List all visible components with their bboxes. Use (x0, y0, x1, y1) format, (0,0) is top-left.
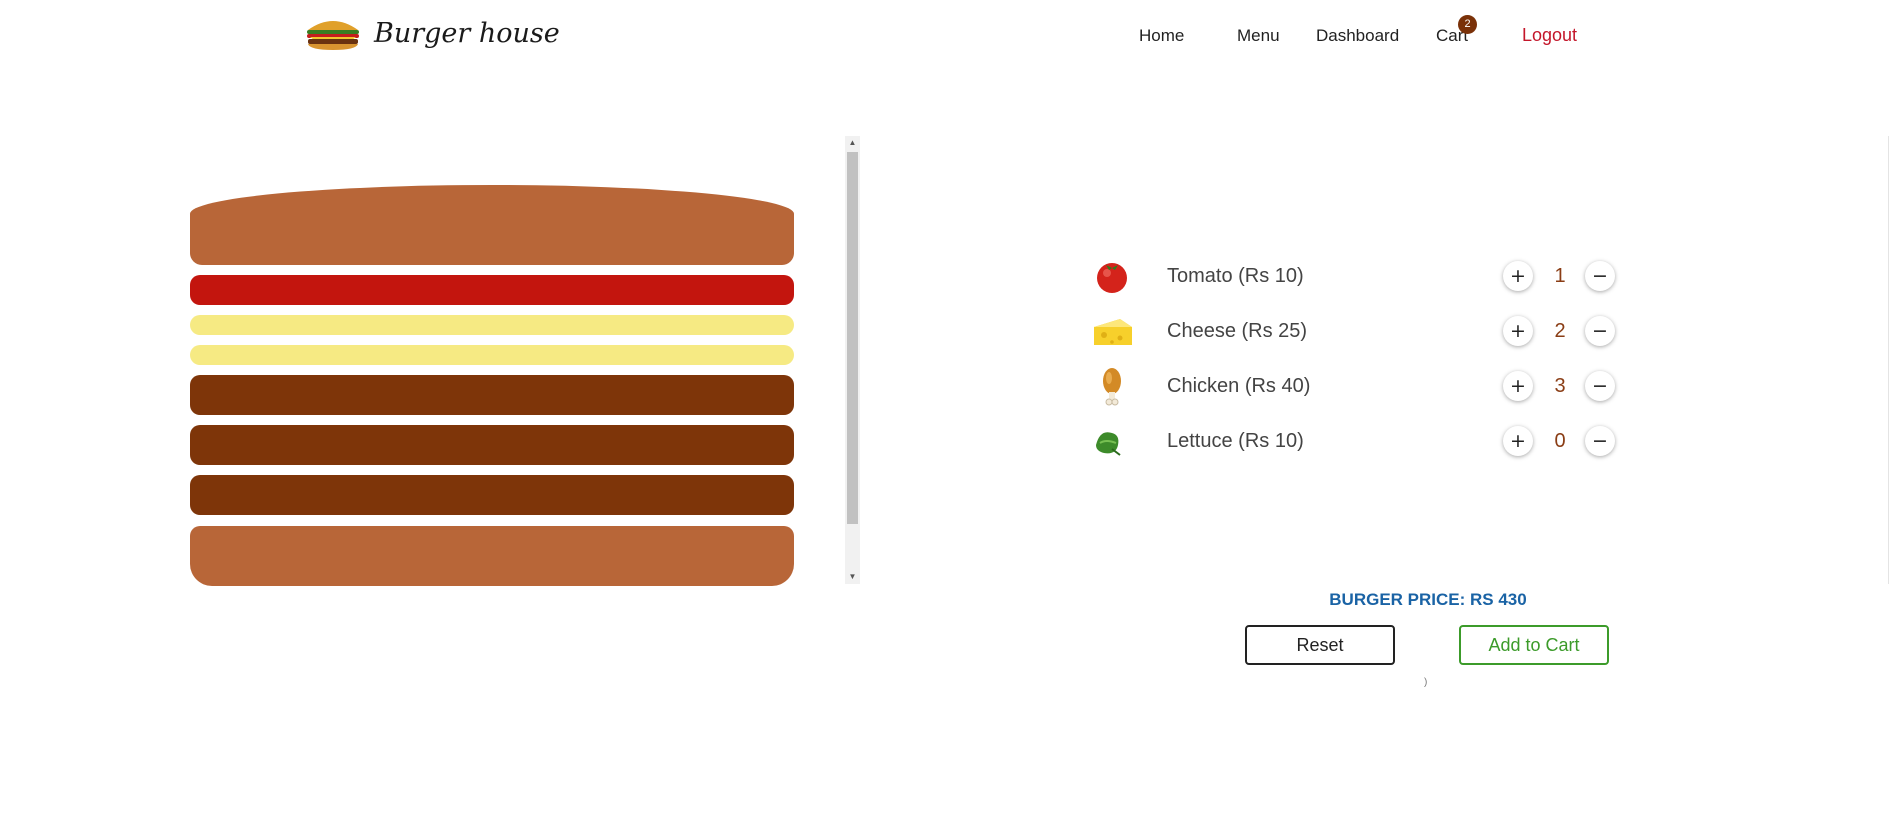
chicken-layer (190, 375, 794, 415)
tomato-icon (1097, 263, 1127, 293)
tomato-layer (190, 275, 794, 305)
lettuce-icon (1096, 432, 1121, 456)
burger-preview-scrollbar[interactable]: ▲ ▼ (845, 136, 860, 584)
ingredient-row-chicken: Chicken (Rs 40) + 3 − (1090, 366, 1620, 406)
scroll-down-arrow-icon[interactable]: ▼ (845, 570, 860, 584)
burger-price: BURGER PRICE: RS 430 (1329, 590, 1527, 609)
cheese-layer (190, 315, 794, 335)
ingredient-name: Lettuce (Rs 10) (1167, 430, 1304, 452)
reset-button[interactable]: Reset (1245, 625, 1395, 665)
nav-dashboard[interactable]: Dashboard (1316, 26, 1399, 46)
burger-logo-icon (307, 21, 359, 50)
ingredient-name: Tomato (Rs 10) (1167, 265, 1304, 287)
ingredient-name: Cheese (Rs 25) (1167, 320, 1308, 342)
brand[interactable]: Burger house (304, 16, 560, 50)
brand-name: Burger house (374, 17, 560, 49)
bread-bottom (190, 526, 794, 586)
cheese-icon (1094, 319, 1132, 345)
chicken-layer (190, 475, 794, 515)
ingredient-quantity: 2 (1554, 320, 1566, 342)
ingredient-row-cheese: Cheese (Rs 25) + 2 − (1090, 311, 1620, 351)
burger-builder-page: Burger house Home Menu Dashboard Cart 2 … (0, 0, 1892, 825)
increase-button[interactable]: + (1503, 371, 1533, 401)
scroll-up-arrow-icon[interactable]: ▲ (845, 136, 860, 150)
ingredient-quantity: 0 (1554, 430, 1566, 452)
loading-indicator-icon: ) (1424, 677, 1428, 688)
cheese-layer (190, 345, 794, 365)
decrease-button[interactable]: − (1585, 426, 1615, 456)
add-to-cart-button[interactable]: Add to Cart (1459, 625, 1609, 665)
increase-button[interactable]: + (1503, 261, 1533, 291)
nav-logout[interactable]: Logout (1522, 25, 1577, 46)
burger-preview (190, 140, 851, 586)
scroll-thumb[interactable] (847, 152, 858, 524)
nav-menu[interactable]: Menu (1237, 26, 1280, 46)
divider (1888, 136, 1889, 584)
increase-button[interactable]: + (1503, 316, 1533, 346)
chicken-leg-icon (1103, 368, 1121, 406)
ingredient-quantity: 1 (1554, 265, 1566, 287)
decrease-button[interactable]: − (1585, 261, 1615, 291)
bread-top (190, 185, 794, 265)
ingredient-name: Chicken (Rs 40) (1167, 375, 1311, 397)
ingredient-quantity: 3 (1554, 375, 1566, 397)
increase-button[interactable]: + (1503, 426, 1533, 456)
ingredient-row-lettuce: Lettuce (Rs 10) + 0 − (1090, 421, 1620, 461)
chicken-layer (190, 425, 794, 465)
nav-home[interactable]: Home (1139, 26, 1184, 46)
decrease-button[interactable]: − (1585, 371, 1615, 401)
ingredient-row-tomato: Tomato (Rs 10) + 1 − (1090, 256, 1620, 296)
decrease-button[interactable]: − (1585, 316, 1615, 346)
cart-count-badge: 2 (1458, 15, 1477, 34)
